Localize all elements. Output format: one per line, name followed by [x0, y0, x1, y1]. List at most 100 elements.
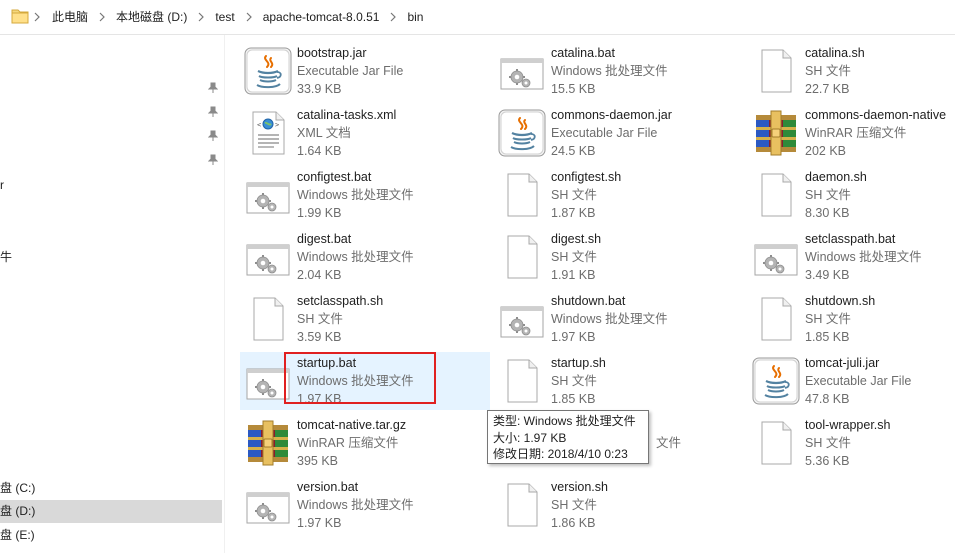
breadcrumb-item-bin[interactable]: bin [405, 9, 425, 25]
file-item[interactable]: tomcat-juli.jar Executable Jar File 47.8 K… [748, 352, 955, 410]
batch-file-icon [498, 47, 546, 95]
nav-item-label[interactable]: 牛 [0, 248, 12, 265]
file-item[interactable]: setclasspath.bat Windows 批处理文件 3.49 KB [748, 228, 955, 286]
java-jar-icon [498, 109, 546, 157]
file-tooltip: 类型: Windows 批处理文件 大小: 1.97 KB 修改日期: 2018… [487, 410, 649, 464]
file-name: startup.bat [297, 356, 357, 370]
blank-file-icon [498, 357, 546, 405]
file-item[interactable]: version.sh SH 文件 1.86 KB [494, 476, 744, 534]
file-name: startup.sh [551, 356, 606, 370]
file-name: digest.sh [551, 232, 602, 246]
file-name: commons-daemon.jar [551, 108, 672, 122]
pin-icon[interactable] [208, 106, 218, 118]
svg-text:<: < [257, 121, 261, 129]
file-item[interactable]: configtest.sh SH 文件 1.87 KB [494, 166, 744, 224]
address-bar[interactable]: 此电脑 本地磁盘 (D:) test apache-tomcat-8.0.51 … [0, 0, 955, 35]
file-size: 24.5 KB [551, 144, 596, 158]
file-size: 1.87 KB [551, 206, 596, 220]
nav-item-label: 盘 (E:) [0, 528, 35, 542]
batch-file-icon [498, 295, 546, 343]
file-type: Windows 批处理文件 [297, 188, 414, 202]
file-type: Executable Jar File [805, 374, 912, 388]
nav-item-label[interactable]: r [0, 178, 4, 192]
file-type: Windows 批处理文件 [551, 312, 668, 326]
pin-icon[interactable] [208, 82, 218, 94]
file-type: SH 文件 [297, 312, 343, 326]
blank-file-icon [498, 233, 546, 281]
file-name: configtest.bat [297, 170, 372, 184]
chevron-right-icon[interactable] [98, 9, 106, 25]
nav-item-drive-d[interactable]: 盘 (D:) [0, 500, 222, 523]
file-item[interactable]: shutdown.bat Windows 批处理文件 1.97 KB [494, 290, 744, 348]
tooltip-date: 修改日期: 2018/4/10 0:23 [493, 447, 628, 461]
blank-file-icon [498, 171, 546, 219]
file-type: Windows 批处理文件 [297, 250, 414, 264]
file-size: 1.97 KB [297, 516, 342, 530]
file-item[interactable]: setclasspath.sh SH 文件 3.59 KB [240, 290, 490, 348]
file-grid: bootstrap.jar Executable Jar File 33.9 KB … [240, 42, 955, 553]
file-item[interactable]: shutdown.sh SH 文件 1.85 KB [748, 290, 955, 348]
file-item[interactable]: catalina.sh SH 文件 22.7 KB [748, 42, 955, 100]
file-size: 3.49 KB [805, 268, 850, 282]
file-size: 1.97 KB [297, 392, 342, 406]
nav-item-label: 盘 (D:) [0, 504, 36, 518]
chevron-right-icon[interactable] [33, 9, 41, 25]
file-type: SH 文件 [805, 436, 851, 450]
file-name: setclasspath.bat [805, 232, 896, 246]
file-size: 33.9 KB [297, 82, 342, 96]
file-item[interactable]: digest.bat Windows 批处理文件 2.04 KB [240, 228, 490, 286]
file-size: 2.04 KB [297, 268, 342, 282]
file-name: version.sh [551, 480, 608, 494]
file-name: catalina-tasks.xml [297, 108, 397, 122]
file-type: Executable Jar File [551, 126, 658, 140]
file-item[interactable]: tomcat-native.tar.gz WinRAR 压缩文件 395 KB [240, 414, 490, 472]
file-item[interactable]: commons-daemon-native WinRAR 压缩文件 202 KB [748, 104, 955, 162]
file-type: SH 文件 [805, 64, 851, 78]
winrar-archive-icon [244, 419, 292, 467]
file-item[interactable]: configtest.bat Windows 批处理文件 1.99 KB [240, 166, 490, 224]
folder-icon [11, 9, 29, 24]
xml-file-icon: < > [244, 109, 292, 157]
breadcrumb-item-this-pc[interactable]: 此电脑 [50, 9, 90, 25]
file-item[interactable]: daemon.sh SH 文件 8.30 KB [748, 166, 955, 224]
file-item[interactable]: commons-daemon.jar Executable Jar File 24.… [494, 104, 744, 162]
file-size: 5.36 KB [805, 454, 850, 468]
batch-file-icon [244, 357, 292, 405]
file-item[interactable]: tool-wrapper.sh SH 文件 5.36 KB [748, 414, 955, 472]
chevron-right-icon[interactable] [389, 9, 397, 25]
file-name: catalina.sh [805, 46, 865, 60]
nav-item-drive-c[interactable]: 盘 (C:) [0, 477, 222, 500]
blank-file-icon [752, 419, 800, 467]
batch-file-icon [752, 233, 800, 281]
winrar-archive-icon [752, 109, 800, 157]
file-size: 395 KB [297, 454, 339, 468]
file-type: SH 文件 [551, 374, 597, 388]
file-type: 文件 [656, 436, 682, 450]
pin-icon[interactable] [208, 154, 218, 166]
file-item[interactable]: startup.bat Windows 批处理文件 1.97 KB [240, 352, 490, 410]
file-size: 1.91 KB [551, 268, 596, 282]
file-name: catalina.bat [551, 46, 615, 60]
file-size: 1.99 KB [297, 206, 342, 220]
chevron-right-icon[interactable] [245, 9, 253, 25]
breadcrumb-item-test[interactable]: test [213, 9, 236, 25]
pin-icon[interactable] [208, 130, 218, 142]
nav-item-drive-e[interactable]: 盘 (E:) [0, 524, 222, 547]
file-size: 1.64 KB [297, 144, 342, 158]
file-size: 1.86 KB [551, 516, 596, 530]
file-item[interactable]: startup.sh SH 文件 1.85 KB [494, 352, 744, 410]
file-size: 1.85 KB [551, 392, 596, 406]
breadcrumb-item-drive-d[interactable]: 本地磁盘 (D:) [114, 9, 189, 25]
file-item[interactable]: digest.sh SH 文件 1.91 KB [494, 228, 744, 286]
file-size: 1.97 KB [551, 330, 596, 344]
file-type: SH 文件 [551, 498, 597, 512]
file-name: shutdown.sh [805, 294, 876, 308]
file-item[interactable]: < > catalina-tasks.xml XML 文档 1.64 KB [240, 104, 490, 162]
blank-file-icon [752, 171, 800, 219]
file-item[interactable]: catalina.bat Windows 批处理文件 15.5 KB [494, 42, 744, 100]
file-item[interactable]: bootstrap.jar Executable Jar File 33.9 KB [240, 42, 490, 100]
navigation-pane: r 牛 盘 (C:) 盘 (D:) 盘 (E:) [0, 35, 225, 553]
chevron-right-icon[interactable] [197, 9, 205, 25]
file-item[interactable]: version.bat Windows 批处理文件 1.97 KB [240, 476, 490, 534]
breadcrumb-item-tomcat[interactable]: apache-tomcat-8.0.51 [261, 9, 382, 25]
